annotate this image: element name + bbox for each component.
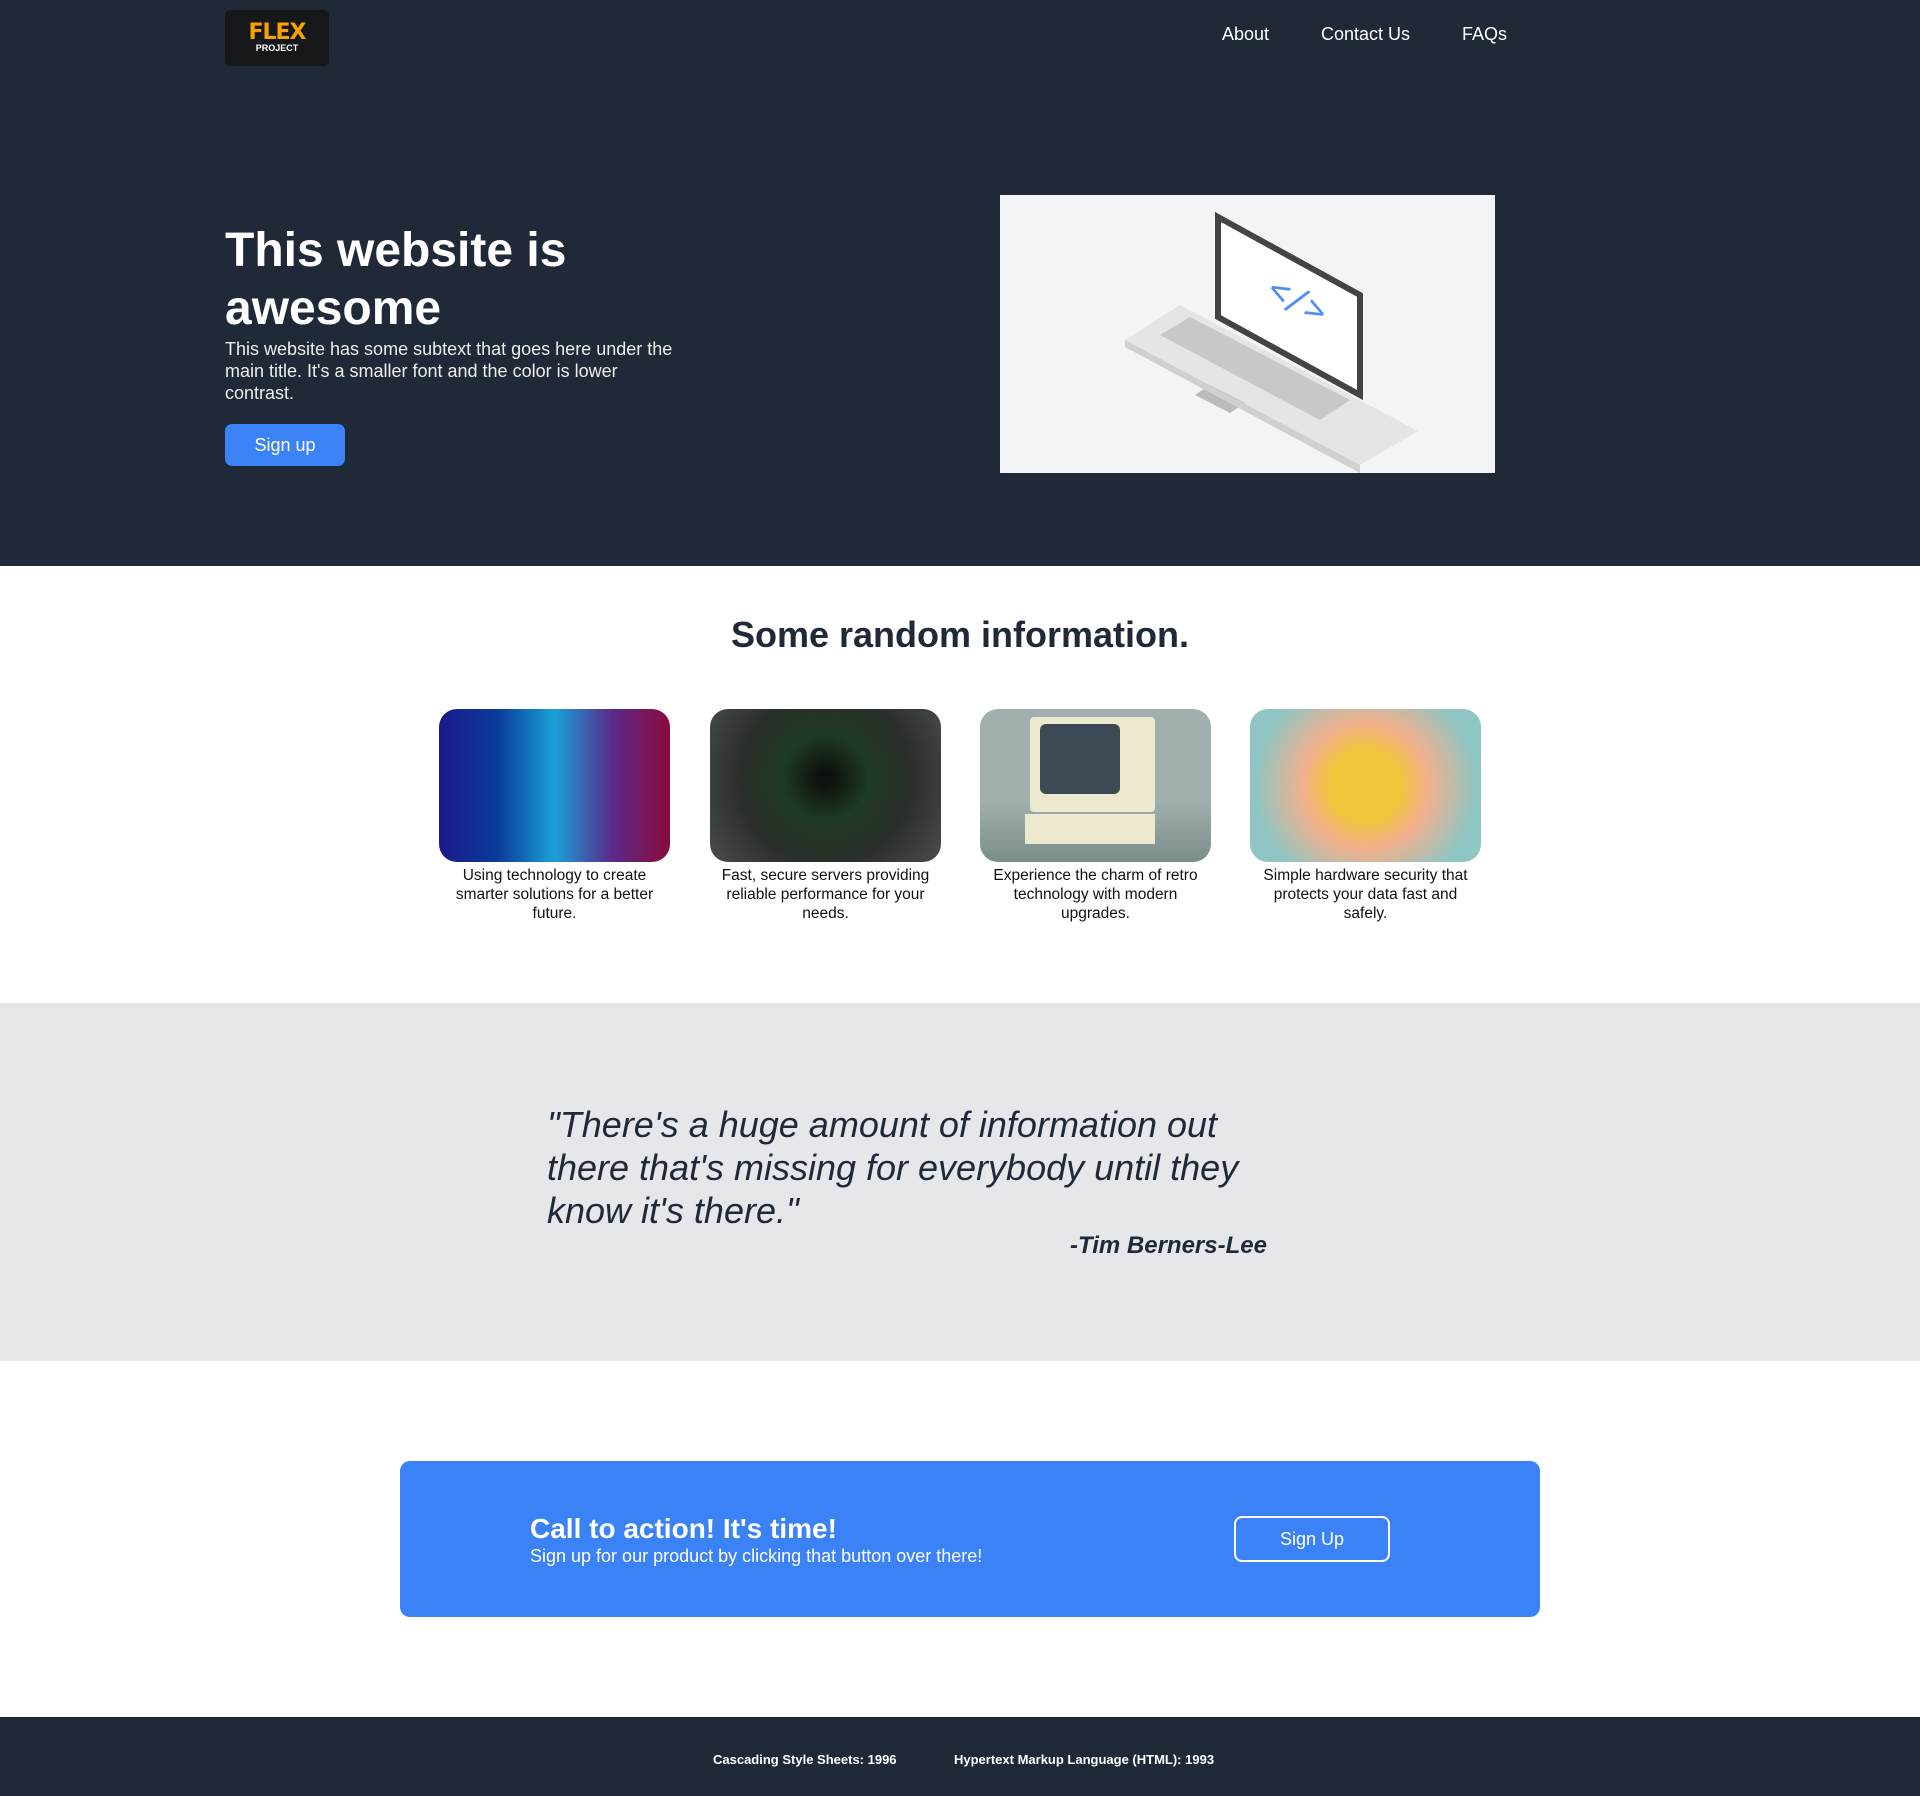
nav-about[interactable]: About [1222,24,1269,45]
logo-text: FLEX [248,20,306,45]
nav-faqs[interactable]: FAQs [1462,24,1507,45]
footer: Cascading Style Sheets: 1996 Hypertext M… [0,1717,1920,1796]
footer-css-year: Cascading Style Sheets: 1996 [713,1752,897,1767]
retro-computer-image [980,709,1211,862]
hero-title: This website is awesome [225,224,567,335]
card-caption: Using technology to create smarter solut… [455,867,654,922]
logo-subtext: PROJECT [255,43,299,53]
cta-signup-button[interactable]: Sign Up [1234,1516,1390,1562]
card-caption: Experience the charm of retro technology… [993,867,1198,922]
logo[interactable]: FLEX PROJECT [225,10,329,66]
card-caption: Fast, secure servers providing reliable … [721,867,930,922]
info-card: Experience the charm of retro technology… [980,709,1211,923]
hero-subtext: This website has some subtext that goes … [225,339,673,403]
info-title: Some random information. [730,614,1190,655]
nav-contact-us[interactable]: Contact Us [1321,24,1410,45]
quote-author: -Tim Berners-Lee [1070,1232,1267,1259]
card-caption: Simple hardware security that protects y… [1263,867,1468,922]
tech-lines-image [439,709,670,862]
hero-section: FLEX PROJECT About Contact Us FAQs This … [0,0,1920,566]
footer-html-year: Hypertext Markup Language (HTML): 1993 [954,1752,1215,1767]
cta-title: Call to action! It's time! [530,1513,837,1544]
server-hallway-image [710,709,941,862]
hero-signup-button[interactable]: Sign up [225,424,345,466]
laptop-illustration: </> [1000,195,1495,473]
quote-section: "There's a huge amount of information ou… [0,1003,1920,1361]
info-card: Using technology to create smarter solut… [439,709,670,923]
call-to-action: Call to action! It's time! Sign up for o… [400,1461,1540,1617]
hardware-security-image [1250,709,1481,862]
quote-text: "There's a huge amount of information ou… [547,1104,1239,1231]
cta-subtitle: Sign up for our product by clicking that… [530,1546,983,1566]
info-card: Fast, secure servers providing reliable … [710,709,941,923]
info-card: Simple hardware security that protects y… [1250,709,1481,923]
